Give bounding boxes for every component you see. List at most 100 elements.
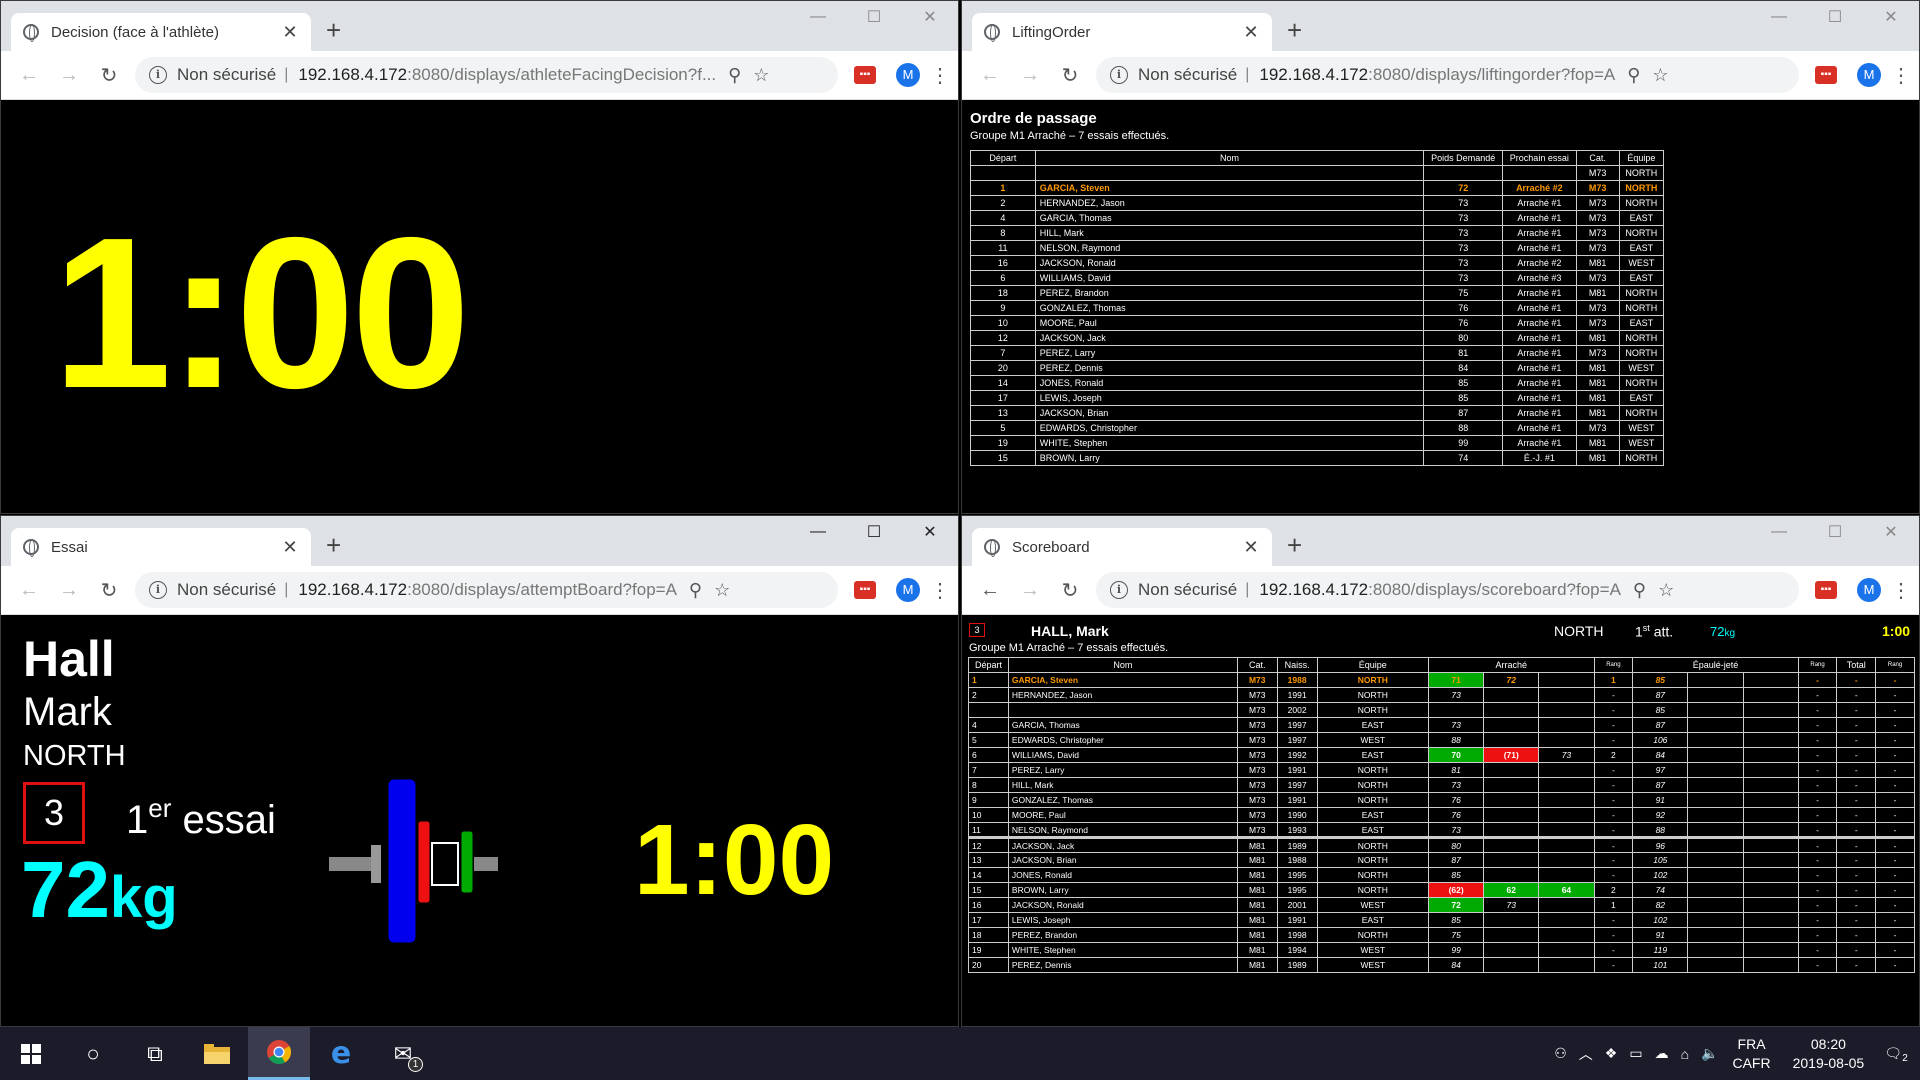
network-icon[interactable]: ⌂: [1681, 1046, 1689, 1062]
table-cell: NORTH: [1316, 836, 1430, 853]
reload-icon[interactable]: ↻: [1050, 578, 1090, 603]
minimize-icon[interactable]: —: [790, 516, 846, 548]
table-cell: M73: [1236, 717, 1278, 733]
show-hidden-icons-chevron[interactable]: ︿: [1579, 1044, 1593, 1064]
info-icon[interactable]: i: [1110, 581, 1128, 599]
maximize-icon[interactable]: ☐: [846, 516, 902, 548]
table-cell: -: [1836, 882, 1877, 898]
close-tab-icon[interactable]: ✕: [1242, 22, 1260, 43]
browser-tab[interactable]: Decision (face à l'athlète) ✕: [11, 13, 311, 51]
edge-icon[interactable]: e: [310, 1027, 372, 1080]
minimize-icon[interactable]: —: [790, 1, 846, 33]
table-cell: -: [1875, 687, 1915, 703]
maximize-icon[interactable]: ☐: [1807, 516, 1863, 548]
browser-tab[interactable]: Scoreboard ✕: [972, 528, 1272, 566]
table-cell: [1687, 792, 1744, 808]
back-icon[interactable]: ←: [9, 579, 49, 602]
file-explorer-icon[interactable]: [186, 1027, 248, 1080]
reload-icon[interactable]: ↻: [89, 578, 129, 603]
url-path: :8080/displays/scoreboard?fop=A: [1368, 580, 1621, 599]
battery-icon[interactable]: ▭: [1629, 1045, 1642, 1062]
browser-tab[interactable]: Essai ✕: [11, 528, 311, 566]
bookmark-star-icon[interactable]: ☆: [1652, 65, 1668, 86]
address-bar[interactable]: i Non sécurisé | 192.168.4.172 :8080/dis…: [1096, 572, 1799, 608]
table-cell: [1742, 897, 1799, 913]
close-tab-icon[interactable]: ✕: [281, 22, 299, 43]
profile-avatar[interactable]: M: [896, 63, 920, 87]
bookmark-star-icon[interactable]: ☆: [753, 65, 769, 86]
address-bar[interactable]: i Non sécurisé | 192.168.4.172 :8080/dis…: [1096, 57, 1799, 93]
new-tab-icon[interactable]: +: [1287, 15, 1302, 46]
reload-icon[interactable]: ↻: [1050, 63, 1090, 88]
close-window-icon[interactable]: ✕: [902, 1, 958, 33]
onedrive-cloud-icon[interactable]: ☁: [1655, 1045, 1669, 1062]
close-tab-icon[interactable]: ✕: [281, 537, 299, 558]
zoom-icon[interactable]: ⚲: [1633, 580, 1646, 601]
zoom-icon[interactable]: ⚲: [689, 580, 702, 601]
bookmark-star-icon[interactable]: ☆: [1658, 580, 1674, 601]
close-window-icon[interactable]: ✕: [1863, 1, 1919, 33]
menu-icon[interactable]: ⋮: [930, 578, 950, 603]
extension-icon[interactable]: ▪▪▪: [1815, 581, 1837, 599]
address-bar[interactable]: i Non sécurisé | 192.168.4.172 :8080/dis…: [135, 57, 838, 93]
new-tab-icon[interactable]: +: [326, 15, 341, 46]
extension-icon[interactable]: ▪▪▪: [854, 66, 876, 84]
info-icon[interactable]: i: [149, 66, 167, 84]
search-circle-icon[interactable]: ○: [62, 1027, 124, 1080]
info-icon[interactable]: i: [149, 581, 167, 599]
forward-icon[interactable]: →: [1010, 64, 1050, 87]
menu-icon[interactable]: ⋮: [930, 63, 950, 88]
table-cell: M73: [1236, 702, 1278, 718]
table-cell: -: [1875, 792, 1915, 808]
input-language[interactable]: FRA CAFR: [1732, 1035, 1770, 1073]
task-view-icon[interactable]: ⧉: [124, 1027, 186, 1080]
table-cell: NORTH: [1316, 687, 1430, 703]
back-icon[interactable]: ←: [970, 579, 1010, 602]
globe-icon: [23, 539, 39, 557]
mail-icon[interactable]: ✉ 1: [372, 1027, 434, 1080]
info-icon[interactable]: i: [1110, 66, 1128, 84]
menu-icon[interactable]: ⋮: [1891, 63, 1911, 88]
table-cell: 73: [1483, 897, 1540, 913]
back-icon[interactable]: ←: [9, 64, 49, 87]
profile-avatar[interactable]: M: [1857, 578, 1881, 602]
table-cell: EAST: [1316, 912, 1430, 928]
people-icon[interactable]: ⚇: [1554, 1045, 1567, 1062]
maximize-icon[interactable]: ☐: [846, 1, 902, 33]
table-cell: [1483, 777, 1540, 793]
new-tab-icon[interactable]: +: [1287, 530, 1302, 561]
close-tab-icon[interactable]: ✕: [1242, 537, 1260, 558]
start-windows-icon[interactable]: [0, 1027, 62, 1080]
extension-icon[interactable]: ▪▪▪: [1815, 66, 1837, 84]
extension-icon[interactable]: ▪▪▪: [854, 581, 876, 599]
forward-icon[interactable]: →: [1010, 579, 1050, 602]
table-cell: M73: [1236, 687, 1278, 703]
maximize-icon[interactable]: ☐: [1807, 1, 1863, 33]
notification-center-icon[interactable]: 🗨 2: [1884, 1045, 1908, 1064]
reload-icon[interactable]: ↻: [89, 63, 129, 88]
close-window-icon[interactable]: ✕: [902, 516, 958, 548]
minimize-icon[interactable]: —: [1751, 1, 1807, 33]
forward-icon[interactable]: →: [49, 64, 89, 87]
address-bar[interactable]: i Non sécurisé | 192.168.4.172 :8080/dis…: [135, 572, 838, 608]
forward-icon[interactable]: →: [49, 579, 89, 602]
zoom-icon[interactable]: ⚲: [1627, 65, 1640, 86]
minimize-icon[interactable]: —: [1751, 516, 1807, 548]
zoom-icon[interactable]: ⚲: [728, 65, 741, 86]
new-tab-icon[interactable]: +: [326, 530, 341, 561]
close-window-icon[interactable]: ✕: [1863, 516, 1919, 548]
profile-avatar[interactable]: M: [896, 578, 920, 602]
table-row: 1 GARCIA, Steven M73 1988 NORTH 71 72 1 85- - -: [968, 672, 1915, 688]
volume-icon[interactable]: 🔈: [1701, 1045, 1718, 1062]
back-icon[interactable]: ←: [970, 64, 1010, 87]
table-cell: -: [1593, 957, 1634, 973]
system-clock[interactable]: 08:20 2019-08-05: [1793, 1035, 1865, 1073]
menu-icon[interactable]: ⋮: [1891, 578, 1911, 603]
bookmark-star-icon[interactable]: ☆: [714, 580, 730, 601]
browser-tab[interactable]: LiftingOrder ✕: [972, 13, 1272, 51]
table-cell: M73: [1575, 300, 1620, 316]
chrome-icon[interactable]: [248, 1027, 310, 1080]
profile-avatar[interactable]: M: [1857, 63, 1881, 87]
scoreboard-window: Scoreboard ✕ + — ☐ ✕ ← → ↻ i Non sécuris…: [961, 515, 1920, 1027]
dropbox-icon[interactable]: ❖: [1605, 1045, 1618, 1062]
